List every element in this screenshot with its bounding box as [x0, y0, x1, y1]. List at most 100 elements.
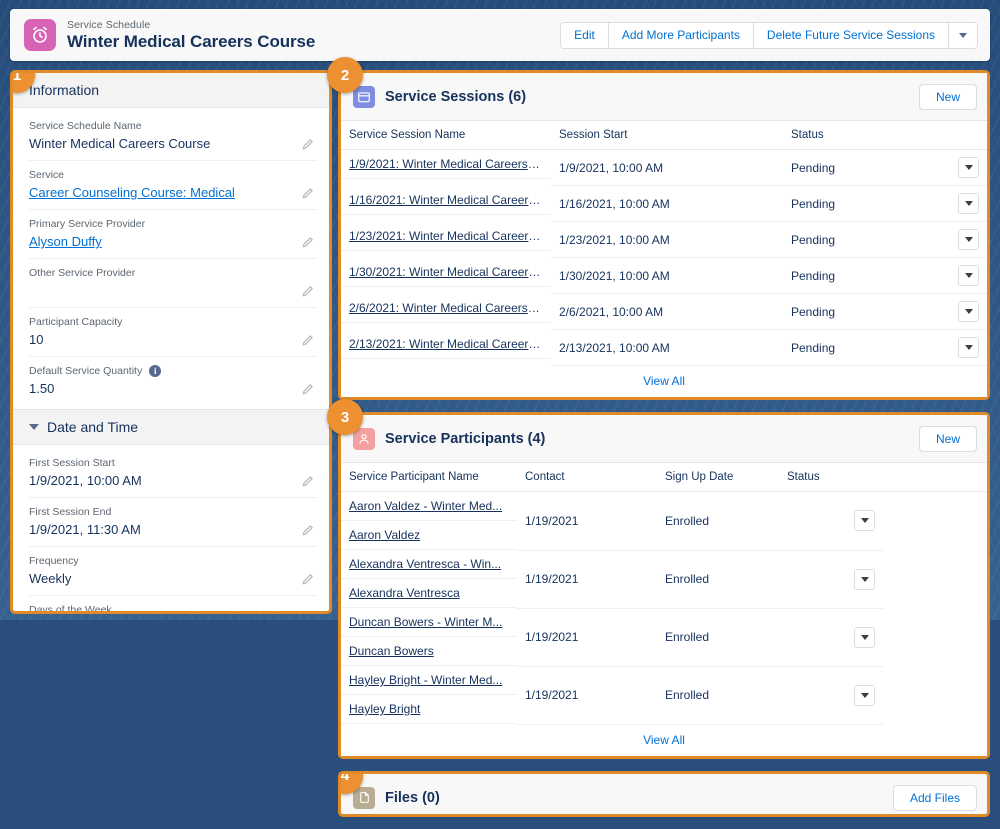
- service-sessions-view-all-link[interactable]: View All: [341, 366, 987, 397]
- chevron-down-icon: [965, 309, 973, 314]
- session-name-link[interactable]: 2/6/2021: Winter Medical Careers C...: [341, 294, 551, 323]
- session-name-link[interactable]: 1/9/2021: Winter Medical Careers C...: [341, 150, 551, 179]
- edit-pencil-icon[interactable]: [301, 284, 315, 298]
- session-start-cell: 2/13/2021, 10:00 AM: [551, 330, 783, 366]
- column-header-actions: [883, 463, 987, 492]
- row-actions-button[interactable]: [958, 265, 979, 286]
- session-name-link[interactable]: 1/16/2021: Winter Medical Careers ...: [341, 186, 551, 215]
- date-and-time-section-title: Date and Time: [47, 419, 138, 435]
- field-participant-capacity: Participant Capacity 10: [29, 308, 317, 357]
- date-and-time-section-header[interactable]: Date and Time: [13, 409, 329, 445]
- date-and-time-field-list: First Session Start 1/9/2021, 10:00 AM F…: [13, 445, 329, 614]
- edit-pencil-icon[interactable]: [301, 523, 315, 537]
- chevron-down-icon: [965, 345, 973, 350]
- session-name-link[interactable]: 1/23/2021: Winter Medical Careers ...: [341, 222, 551, 251]
- edit-pencil-icon[interactable]: [301, 333, 315, 347]
- participant-name-link[interactable]: Alexandra Ventresca - Win...: [341, 550, 517, 579]
- column-header-service-session-name[interactable]: Service Session Name: [341, 121, 551, 150]
- chevron-down-icon: [965, 201, 973, 206]
- participant-name-link[interactable]: Hayley Bright - Winter Med...: [341, 666, 517, 695]
- chevron-down-icon: [861, 635, 869, 640]
- service-participants-header: Service Participants (4) New: [341, 415, 987, 463]
- field-value: 1.50: [29, 380, 291, 398]
- table-row: Hayley Bright - Winter Med... Hayley Bri…: [341, 666, 987, 724]
- field-label: Other Service Provider: [29, 266, 135, 280]
- column-header-session-start[interactable]: Session Start: [551, 121, 783, 150]
- edit-pencil-icon[interactable]: [301, 137, 315, 151]
- contact-link[interactable]: Duncan Bowers: [341, 637, 517, 666]
- delete-future-service-sessions-button[interactable]: Delete Future Service Sessions: [754, 23, 949, 48]
- information-panel: 1 Information Service Schedule Name Wint…: [10, 70, 332, 614]
- session-start-cell: 1/16/2021, 10:00 AM: [551, 186, 783, 222]
- session-status-cell: Pending: [783, 222, 885, 258]
- field-frequency: Frequency Weekly: [29, 547, 317, 596]
- row-actions-button[interactable]: [854, 685, 875, 706]
- participant-name-link[interactable]: Duncan Bowers - Winter M...: [341, 608, 517, 637]
- record-header: Service Schedule Winter Medical Careers …: [10, 9, 990, 61]
- header-overflow-button[interactable]: [949, 23, 977, 48]
- contact-link[interactable]: Aaron Valdez: [341, 521, 517, 550]
- field-value: Weekly: [29, 570, 291, 588]
- column-header-status[interactable]: Status: [779, 463, 883, 492]
- field-value-link[interactable]: Alyson Duffy: [29, 233, 291, 251]
- files-header: Files (0) Add Files: [341, 774, 987, 817]
- row-actions-button[interactable]: [958, 337, 979, 358]
- row-actions-button[interactable]: [854, 510, 875, 531]
- row-actions-button[interactable]: [854, 569, 875, 590]
- information-section-header[interactable]: Information: [13, 73, 329, 108]
- session-name-link[interactable]: 2/13/2021: Winter Medical Careers ...: [341, 330, 551, 359]
- column-header-contact[interactable]: Contact: [517, 463, 657, 492]
- session-name-link[interactable]: 1/30/2021: Winter Medical Careers ...: [341, 258, 551, 287]
- edit-pencil-icon[interactable]: [301, 572, 315, 586]
- participant-status-cell: Enrolled: [657, 550, 779, 608]
- column-header-status[interactable]: Status: [783, 121, 885, 150]
- session-status-cell: Pending: [783, 294, 885, 330]
- service-sessions-header: Service Sessions (6) New: [341, 73, 987, 121]
- contact-link[interactable]: Alexandra Ventresca: [341, 579, 517, 608]
- edit-pencil-icon[interactable]: [301, 382, 315, 396]
- contact-link[interactable]: Hayley Bright: [341, 695, 517, 724]
- field-label: Service: [29, 168, 64, 182]
- field-label: First Session Start: [29, 456, 115, 470]
- participant-name-link[interactable]: Aaron Valdez - Winter Med...: [341, 492, 517, 521]
- edit-pencil-icon[interactable]: [301, 474, 315, 488]
- chevron-down-icon: [959, 33, 967, 38]
- service-participants-view-all-link[interactable]: View All: [341, 725, 987, 756]
- information-field-list: Service Schedule Name Winter Medical Car…: [13, 108, 329, 405]
- edit-button[interactable]: Edit: [561, 23, 609, 48]
- add-files-button[interactable]: Add Files: [893, 785, 977, 811]
- row-actions-button[interactable]: [958, 229, 979, 250]
- field-value: [29, 282, 291, 300]
- session-status-cell: Pending: [783, 330, 885, 366]
- row-actions-button[interactable]: [958, 157, 979, 178]
- edit-pencil-icon[interactable]: [301, 235, 315, 249]
- information-section-title: Information: [29, 82, 99, 98]
- field-label: Primary Service Provider: [29, 217, 145, 231]
- new-service-participant-button[interactable]: New: [919, 426, 977, 452]
- table-header-row: Service Session Name Session Start Statu…: [341, 121, 987, 150]
- session-start-cell: 1/23/2021, 10:00 AM: [551, 222, 783, 258]
- info-icon[interactable]: i: [149, 365, 161, 377]
- column-header-sign-up-date[interactable]: Sign Up Date: [657, 463, 779, 492]
- files-title: Files (0): [385, 790, 440, 806]
- field-value: 1/9/2021, 11:30 AM: [29, 521, 291, 539]
- page-title: Winter Medical Careers Course: [67, 32, 315, 52]
- column-header-service-participant-name[interactable]: Service Participant Name: [341, 463, 517, 492]
- field-value-link[interactable]: Career Counseling Course: Medical: [29, 184, 291, 202]
- field-label: Frequency: [29, 554, 79, 568]
- chevron-down-icon: [965, 237, 973, 242]
- chevron-down-icon: [29, 424, 39, 430]
- chevron-down-icon: [861, 577, 869, 582]
- add-more-participants-button[interactable]: Add More Participants: [609, 23, 754, 48]
- new-service-session-button[interactable]: New: [919, 84, 977, 110]
- service-sessions-panel: 2 Service Sessions (6) New Service Sessi…: [338, 70, 990, 400]
- chevron-down-icon: [965, 273, 973, 278]
- row-actions-button[interactable]: [958, 301, 979, 322]
- row-actions-button[interactable]: [854, 627, 875, 648]
- signup-date-cell: 1/19/2021: [517, 492, 657, 551]
- object-label: Service Schedule: [67, 19, 315, 31]
- edit-pencil-icon[interactable]: [301, 186, 315, 200]
- field-service-schedule-name: Service Schedule Name Winter Medical Car…: [29, 112, 317, 161]
- field-label: First Session End: [29, 505, 111, 519]
- row-actions-button[interactable]: [958, 193, 979, 214]
